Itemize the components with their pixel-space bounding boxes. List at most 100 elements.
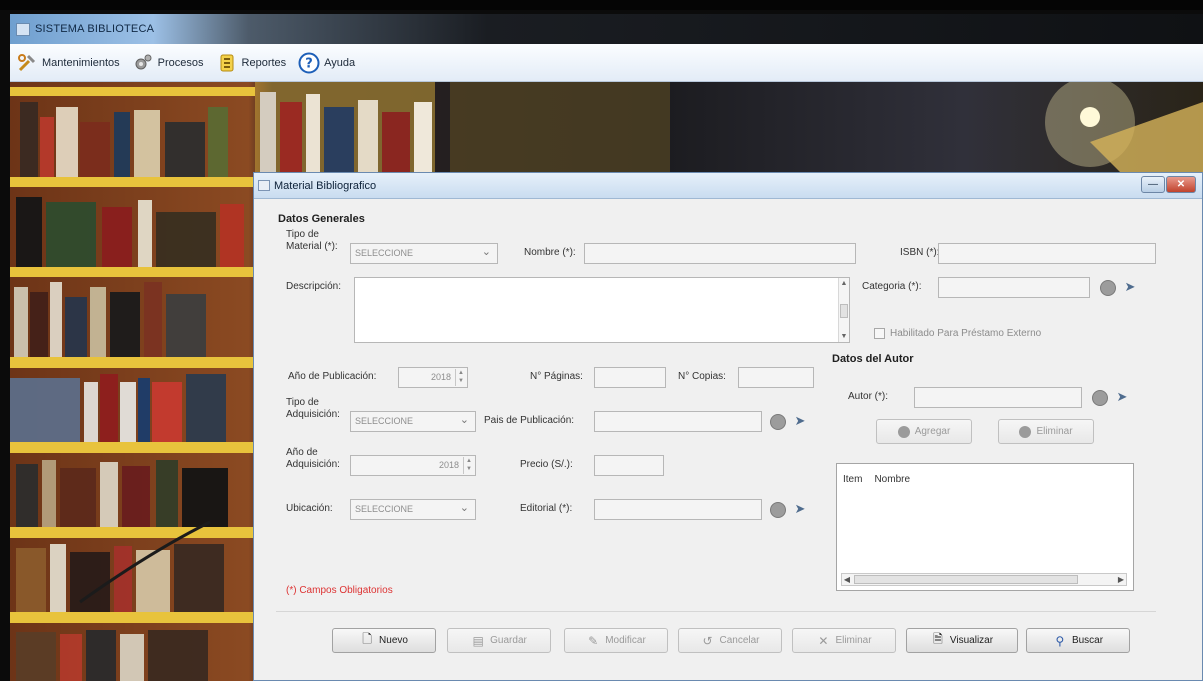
menu-mantenimientos[interactable]: Mantenimientos [16,52,120,74]
guardar-label: Guardar [490,635,527,646]
visualizar-label: Visualizar [949,635,994,646]
material-bibliografico-dialog: Material Bibliografico — ✕ Datos General… [253,172,1203,681]
hscroll-thumb[interactable] [854,575,1078,584]
label-categoria: Categoria (*): [862,281,922,292]
scroll-thumb[interactable] [840,304,848,318]
required-fields-note: (*) Campos Obligatorios [286,585,393,596]
label-num-paginas: N° Páginas: [530,371,583,382]
gears-icon [132,52,154,74]
editorial-input[interactable] [594,499,762,520]
buscar-label: Buscar [1071,635,1104,646]
scroll-left-arrow-icon[interactable]: ◀ [842,574,852,585]
cancelar-button[interactable]: ↺ Cancelar [678,628,782,653]
categoria-input[interactable] [938,277,1090,298]
editorial-select-arrow-icon[interactable]: ➤ [791,500,809,518]
scroll-up-arrow-icon[interactable]: ▲ [840,280,848,287]
label-autor: Autor (*): [848,391,889,402]
eliminar-label: Eliminar [835,635,872,646]
cancelar-label: Cancelar [719,635,760,646]
autores-table-hscrollbar[interactable]: ◀ ▶ [841,573,1127,586]
table-header-item: Item [843,474,863,485]
dialog-titlebar: Material Bibliografico — ✕ [254,173,1202,199]
eliminar-autor-button[interactable]: Eliminar [998,419,1094,444]
descripcion-textarea[interactable]: ▲ ▼ [354,277,850,343]
label-editorial: Editorial (*): [520,503,573,514]
ubicacion-select[interactable]: SELECCIONE [350,499,476,520]
scroll-right-arrow-icon[interactable]: ▶ [1116,574,1126,585]
menu-ayuda-label: Ayuda [324,56,356,69]
tipo-material-select[interactable]: SELECCIONE [350,243,498,264]
num-copias-input[interactable] [738,367,814,388]
autor-select-arrow-icon[interactable]: ➤ [1113,388,1131,406]
descripcion-scrollbar[interactable]: ▲ ▼ [838,278,849,342]
anio-adquisicion-value: 2018 [438,460,459,470]
label-ubicacion: Ubicación: [286,503,333,514]
pais-publicacion-input[interactable] [594,411,762,432]
eliminar-button[interactable]: ✕ Eliminar [792,628,896,653]
autores-table[interactable]: Item Nombre ◀ ▶ [836,463,1134,591]
buscar-button[interactable]: ⚲ Buscar [1026,628,1130,653]
screen-top-strip [0,0,1203,10]
save-icon: ▤ [472,633,484,648]
label-nombre: Nombre (*): [524,247,576,258]
nombre-input[interactable] [584,243,856,264]
edit-icon: ✎ [588,633,599,648]
categoria-search-icon[interactable] [1100,280,1116,296]
label-precio: Precio (S/.): [520,459,573,470]
precio-input[interactable] [594,455,664,476]
autor-search-icon[interactable] [1092,390,1108,406]
agregar-autor-button[interactable]: Agregar [876,419,972,444]
isbn-input[interactable] [938,243,1156,264]
close-icon[interactable]: ✕ [1166,176,1196,193]
minimize-icon[interactable]: — [1141,176,1165,193]
visualizar-button[interactable]: 🗎 Visualizar [906,628,1018,653]
section-datos-generales: Datos Generales [278,213,365,225]
spinner-arrows-icon[interactable]: ▲ ▼ [455,369,466,386]
menu-procesos[interactable]: Procesos [132,52,204,74]
svg-text:?: ? [305,56,313,71]
section-datos-autor: Datos del Autor [832,353,914,365]
eliminar-icon [1019,425,1032,438]
nuevo-label: Nuevo [379,635,408,646]
label-isbn: ISBN (*): [900,247,940,258]
label-tipo-material: Tipo de Material (*): [286,229,338,252]
label-pais-publicacion: Pais de Publicación: [484,415,575,426]
agregar-autor-label: Agregar [914,426,951,437]
new-document-icon: 🗋 [362,632,372,646]
anio-publicacion-spinner[interactable]: 2018 ▲ ▼ [398,367,468,388]
help-icon: ? [298,52,320,74]
num-paginas-input[interactable] [594,367,666,388]
label-habilitado-prestamo: Habilitado Para Préstamo Externo [890,328,1042,339]
menu-procesos-label: Procesos [157,56,204,69]
label-descripcion: Descripción: [286,281,342,292]
autores-table-header: Item Nombre [843,474,910,485]
autor-input[interactable] [914,387,1082,408]
undo-icon: ↺ [702,633,713,648]
menu-reportes[interactable]: Reportes [216,52,287,74]
binoculars-icon: ⚲ [1055,633,1065,648]
modificar-button[interactable]: ✎ Modificar [564,628,668,653]
anio-adquisicion-spinner[interactable]: 2018 ▲ ▼ [350,455,476,476]
table-header-nombre: Nombre [874,474,911,485]
pais-select-arrow-icon[interactable]: ➤ [791,412,809,430]
label-anio-adquisicion: Año de Adquisición: [286,447,340,470]
pais-search-icon[interactable] [770,414,786,430]
scroll-down-arrow-icon[interactable]: ▼ [840,333,848,340]
app-titlebar: SISTEMA BIBLIOTECA [10,14,1203,44]
menu-ayuda[interactable]: ? Ayuda [298,52,355,74]
label-tipo-adquisicion: Tipo de Adquisición: [286,397,340,420]
report-icon [216,52,238,74]
categoria-select-arrow-icon[interactable]: ➤ [1121,278,1139,296]
nuevo-button[interactable]: 🗋 Nuevo [332,628,436,653]
guardar-button[interactable]: ▤ Guardar [447,628,551,653]
editorial-search-icon[interactable] [770,502,786,518]
tipo-adquisicion-select[interactable]: SELECCIONE [350,411,476,432]
habilitado-prestamo-checkbox[interactable] [874,328,885,339]
spinner-arrows-icon[interactable]: ▲ ▼ [463,457,474,474]
app-window-icon [16,23,30,36]
tools-icon [16,52,38,74]
menu-reportes-label: Reportes [241,56,287,69]
label-num-copias: N° Copias: [678,371,726,382]
agregar-icon [897,425,910,438]
delete-x-icon: ✕ [818,633,829,648]
